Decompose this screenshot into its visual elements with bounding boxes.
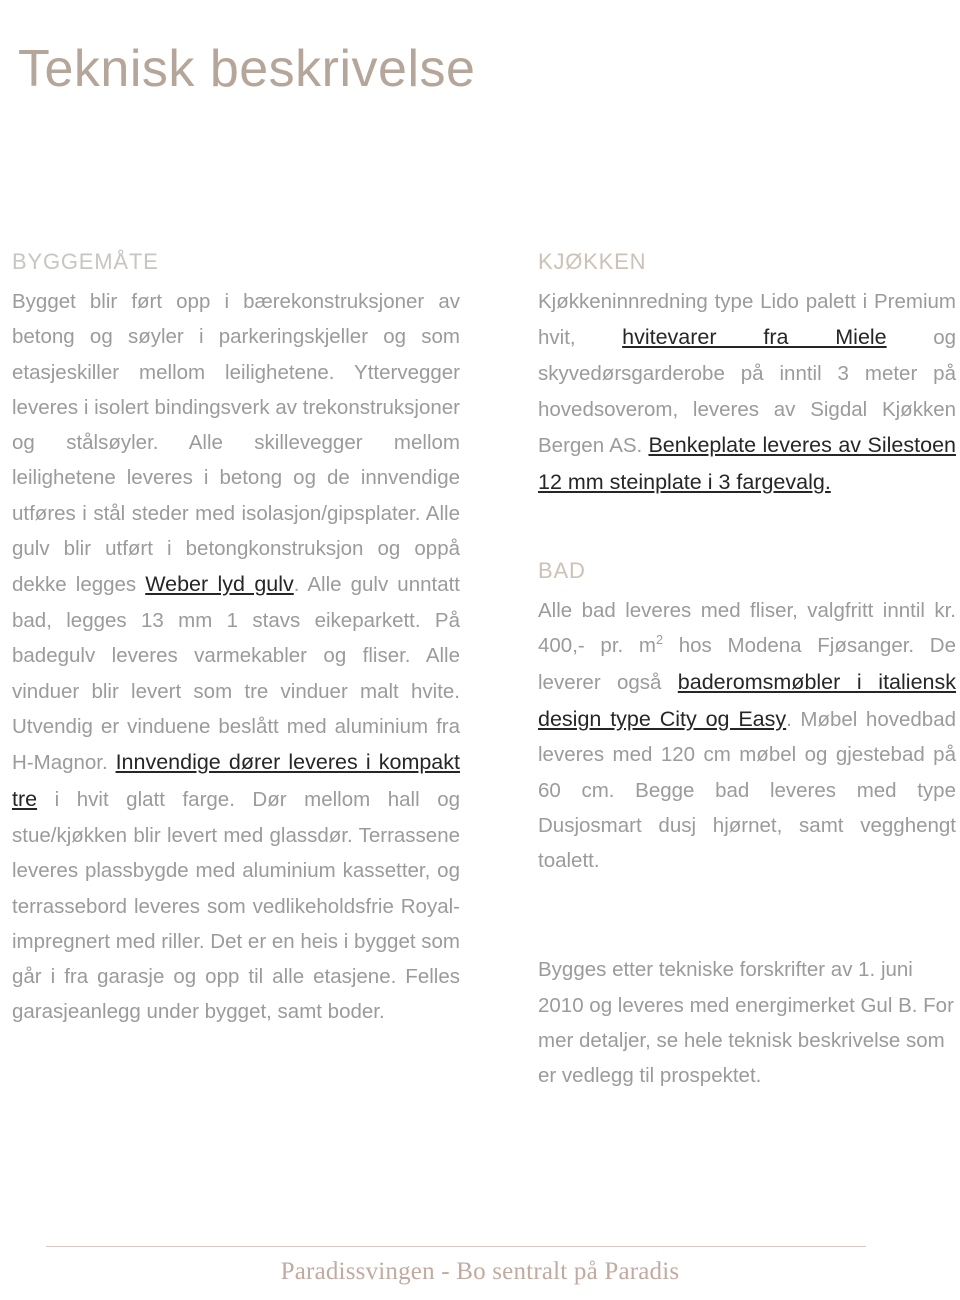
- section-heading-kjokken: KJØKKEN: [538, 249, 647, 274]
- paragraph-byggemate: Bygget blir ført opp i bærekonstruksjone…: [12, 284, 460, 1029]
- content-columns: BYGGEMÅTE Bygget blir ført opp i bærekon…: [0, 249, 960, 1093]
- left-column: BYGGEMÅTE Bygget blir ført opp i bærekon…: [12, 249, 460, 1093]
- section-heading-bad: BAD: [538, 557, 586, 583]
- body-text-run: . Alle gulv unntatt bad, legges 13 mm 1 …: [12, 573, 460, 775]
- page-title: Teknisk beskrivelse: [18, 39, 476, 98]
- section-bad: BAD Alle bad leveres med fliser, valgfri…: [538, 557, 956, 879]
- body-text-run: . Møbel hovedbad leveres med 120 cm møbe…: [538, 707, 956, 873]
- section-kjokken: KJØKKEN Kjøkkeninnredning type Lido pale…: [538, 249, 956, 501]
- page-footer: Paradissvingen - Bo sentralt på Paradis: [0, 1228, 960, 1300]
- paragraph-kjokken: Kjøkkeninnredning type Lido palett i Pre…: [538, 284, 956, 501]
- paragraph-bad: Alle bad leveres med fliser, valgfritt i…: [538, 593, 956, 878]
- footer-divider: [46, 1246, 866, 1247]
- section-heading-byggemate: BYGGEMÅTE: [12, 249, 159, 274]
- section-byggemate: BYGGEMÅTE Bygget blir ført opp i bærekon…: [12, 249, 460, 1030]
- closing-note: Bygges etter tekniske forskrifter av 1. …: [538, 958, 954, 1088]
- highlighted-text: Weber lyd gulv: [145, 572, 294, 597]
- superscript-text: 2: [655, 632, 664, 648]
- body-text-run: i hvit glatt farge. Dør mellom hall og s…: [12, 788, 460, 1024]
- footer-text: Paradissvingen - Bo sentralt på Paradis: [280, 1258, 680, 1285]
- highlighted-text: hvitevarer fra Miele: [622, 325, 887, 350]
- right-column: KJØKKEN Kjøkkeninnredning type Lido pale…: [538, 249, 956, 1093]
- body-text-run: Bygget blir ført opp i bærekonstruksjone…: [12, 290, 460, 597]
